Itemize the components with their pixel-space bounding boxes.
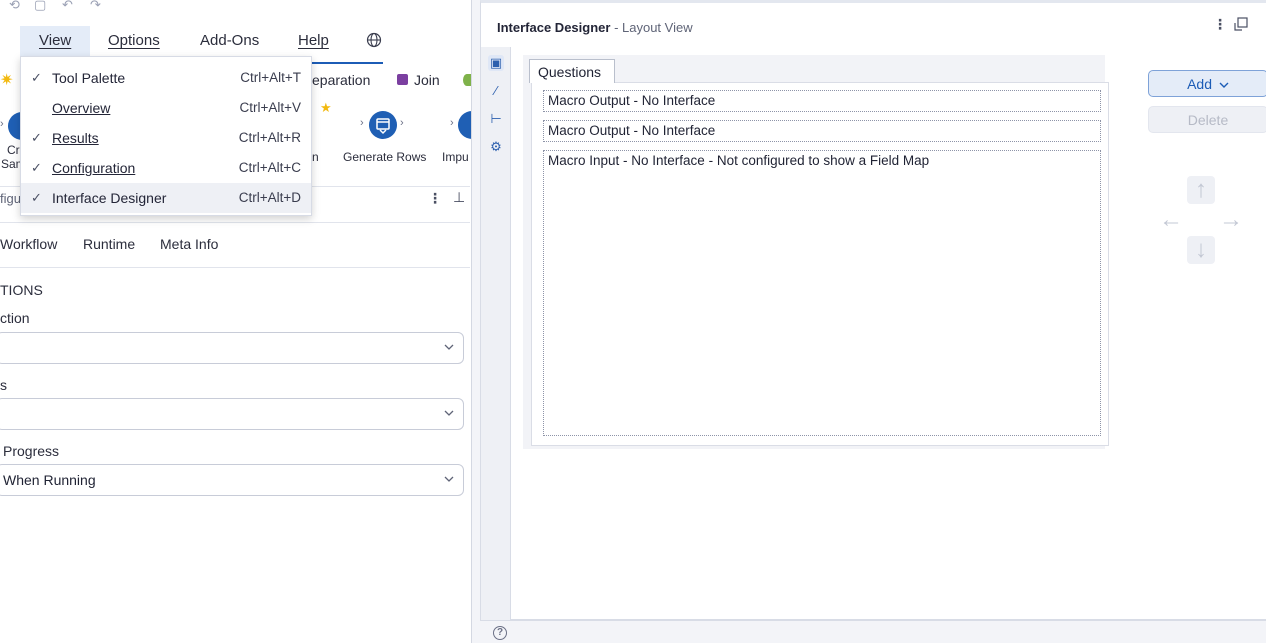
sun-icon: ✷ — [0, 72, 14, 89]
divider — [0, 222, 470, 223]
undo-icon[interactable]: ↶ — [62, 0, 73, 14]
question-item[interactable]: Macro Input - No Interface - Not configu… — [543, 150, 1101, 436]
clipboard-icon[interactable]: ▢ — [34, 0, 46, 14]
tab-meta-info[interactable]: Meta Info — [160, 236, 218, 252]
config-panel-title: figu — [0, 191, 21, 206]
add-button[interactable]: Add — [1148, 70, 1266, 97]
designer-window: Interface Designer - Layout View ⋮ ▣ ⁄ ⊢… — [480, 0, 1266, 623]
gear-icon[interactable]: ⚙ — [488, 139, 504, 155]
designer-title: Interface Designer - Layout View — [497, 20, 693, 35]
menu-item-label: Overview — [52, 100, 111, 116]
select-field-2[interactable] — [0, 398, 464, 430]
undo-history-icon[interactable]: ⟲ — [9, 0, 20, 14]
question-item[interactable]: Macro Output - No Interface — [543, 120, 1101, 142]
view-menu-dropdown: ✓ Tool Palette Ctrl+Alt+T Overview Ctrl+… — [20, 56, 312, 216]
move-right-arrow-icon[interactable]: → — [1217, 206, 1245, 234]
menu-help[interactable]: Help — [298, 26, 329, 56]
menu-item-results[interactable]: ✓ Results Ctrl+Alt+R — [21, 123, 311, 153]
menu-add-ons[interactable]: Add-Ons — [200, 26, 259, 56]
menu-item-overview[interactable]: Overview Ctrl+Alt+V — [21, 93, 311, 123]
move-left-arrow-icon[interactable]: ← — [1157, 206, 1185, 234]
help-icon[interactable]: ? — [493, 626, 507, 640]
more-options-icon[interactable]: ⋮ — [428, 190, 442, 207]
tool-caption-n: n — [312, 150, 319, 164]
menu-item-shortcut: Ctrl+Alt+T — [240, 70, 301, 85]
check-icon: ✓ — [31, 70, 42, 85]
parse-icon — [463, 74, 471, 86]
menu-item-label: Configuration — [52, 160, 136, 176]
chevron-down-icon — [444, 410, 454, 416]
designer-title-main: Interface Designer — [497, 20, 611, 35]
tool-caption-impu: Impu — [442, 150, 469, 164]
move-up-arrow-icon[interactable]: ↑ — [1187, 176, 1215, 204]
tool-caption-generate-rows: Generate Rows — [343, 150, 427, 164]
tab-workflow[interactable]: Workflow — [0, 236, 57, 252]
chevron-right-icon: › — [0, 118, 4, 130]
menu-item-interface-designer[interactable]: ✓ Interface Designer Ctrl+Alt+D — [21, 183, 311, 213]
designer-status-bar: ? — [480, 620, 1266, 643]
field-label: Progress — [3, 443, 60, 459]
move-down-arrow-icon[interactable]: ↓ — [1187, 236, 1215, 264]
globe-icon[interactable] — [366, 32, 382, 48]
select-progress[interactable]: When Running — [0, 464, 464, 496]
tab-join[interactable]: Join — [414, 64, 440, 96]
menu-view[interactable]: View — [20, 26, 90, 56]
layout-view-icon[interactable]: ▣ — [488, 55, 504, 71]
more-options-icon[interactable]: ⋮ — [1213, 16, 1227, 33]
chevron-right-icon: › — [360, 117, 364, 129]
join-icon — [397, 74, 408, 85]
wand-icon[interactable]: ⁄ — [488, 83, 504, 99]
chevron-down-icon — [444, 476, 454, 482]
menu-item-label: Interface Designer — [52, 190, 167, 206]
chevron-right-icon: › — [450, 117, 454, 129]
menu-item-shortcut: Ctrl+Alt+D — [238, 190, 301, 205]
select-value: When Running — [3, 472, 96, 488]
designer-title-sub: - Layout View — [614, 20, 693, 35]
menu-options[interactable]: Options — [108, 26, 160, 56]
add-button-label: Add — [1187, 76, 1213, 92]
undock-icon[interactable] — [1233, 16, 1249, 32]
menu-item-shortcut: Ctrl+Alt+C — [238, 160, 301, 175]
delete-button[interactable]: Delete — [1148, 106, 1266, 133]
divider — [0, 267, 470, 268]
check-icon: ✓ — [31, 190, 42, 205]
field-label: s — [0, 377, 7, 393]
pin-icon[interactable]: ⊥ — [453, 189, 465, 206]
chevron-right-icon: › — [400, 117, 404, 129]
star-icon: ★ — [320, 100, 332, 115]
section-heading: TIONS — [0, 282, 43, 298]
field-label: ction — [0, 310, 30, 326]
menu-item-tool-palette[interactable]: ✓ Tool Palette Ctrl+Alt+T — [21, 63, 311, 93]
generate-rows-tool-icon[interactable] — [369, 111, 397, 139]
tab-preparation[interactable]: eparation — [312, 64, 370, 96]
menu-item-shortcut: Ctrl+Alt+R — [238, 130, 301, 145]
menu-item-label: Results — [52, 130, 99, 146]
question-item[interactable]: Macro Output - No Interface — [543, 90, 1101, 112]
menu-item-configuration[interactable]: ✓ Configuration Ctrl+Alt+C — [21, 153, 311, 183]
select-field-1[interactable] — [0, 332, 464, 364]
tab-runtime[interactable]: Runtime — [83, 236, 135, 252]
check-icon: ✓ — [31, 160, 42, 175]
tab-questions[interactable]: Questions — [529, 59, 615, 83]
redo-icon[interactable]: ↷ — [90, 0, 101, 14]
menu-bar: View Options Add-Ons Help — [0, 26, 470, 56]
chevron-down-icon — [1219, 82, 1229, 88]
tree-icon[interactable]: ⊢ — [488, 111, 504, 127]
menu-item-label: Tool Palette — [52, 70, 126, 86]
check-icon: ✓ — [31, 130, 42, 145]
menu-item-shortcut: Ctrl+Alt+V — [239, 100, 301, 115]
interface-designer-panel: Interface Designer - Layout View ⋮ ▣ ⁄ ⊢… — [471, 0, 1266, 643]
chevron-down-icon — [444, 344, 454, 350]
designer-side-rail: ▣ ⁄ ⊢ ⚙ — [481, 47, 511, 623]
